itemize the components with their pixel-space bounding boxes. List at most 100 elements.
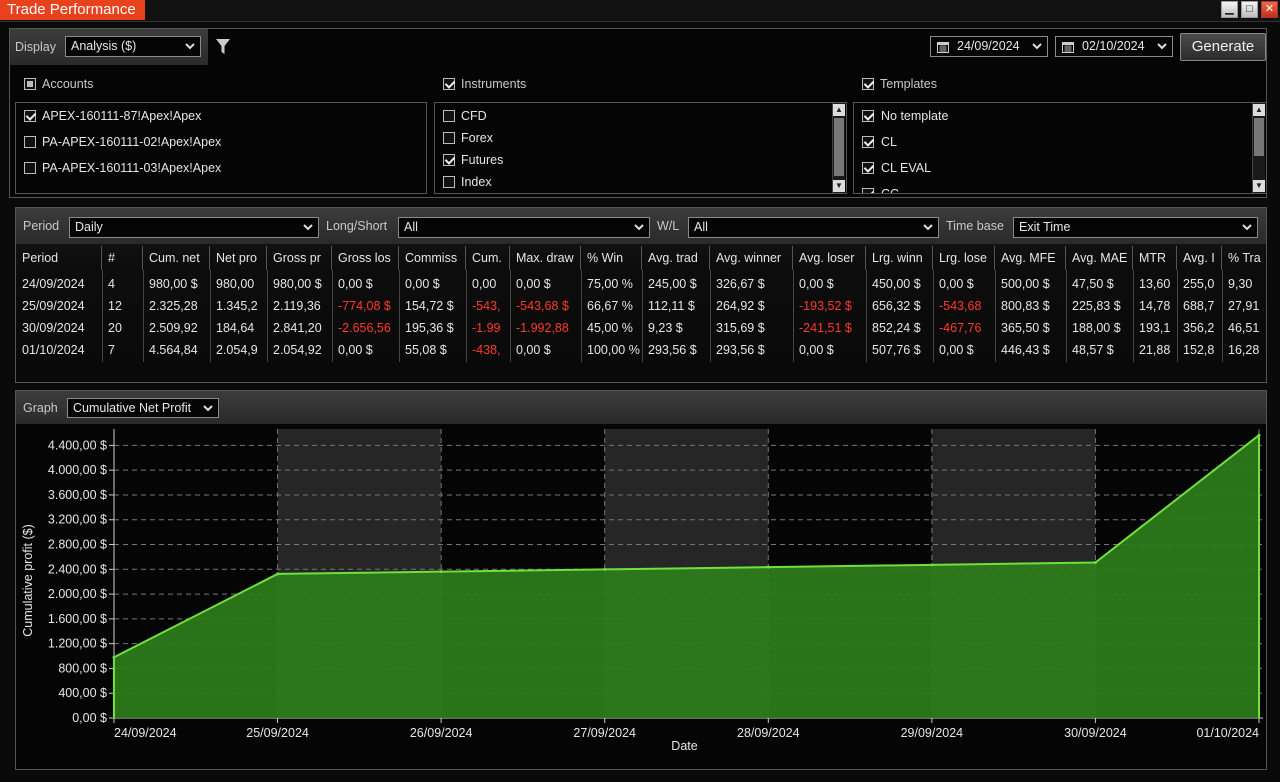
- account-checkbox[interactable]: [24, 110, 36, 122]
- date-from-picker[interactable]: 24/09/2024: [930, 36, 1048, 57]
- column-header[interactable]: Avg. trad: [642, 246, 710, 270]
- column-header[interactable]: Lrg. winn: [866, 246, 933, 270]
- table-cell: 2.325,28: [149, 299, 198, 313]
- table-cell: -1.99: [472, 321, 501, 335]
- chevron-down-icon: [185, 43, 195, 50]
- generate-button[interactable]: Generate: [1180, 33, 1266, 61]
- scroll-down-icon[interactable]: ▼: [1253, 180, 1265, 192]
- templates-toggle-checkbox[interactable]: [862, 78, 874, 90]
- table-cell: 2.054,92: [273, 343, 322, 357]
- column-header[interactable]: Avg. MFE: [995, 246, 1066, 270]
- column-divider: [267, 270, 268, 362]
- instrument-label[interactable]: CFD: [461, 109, 487, 123]
- display-select[interactable]: Analysis ($): [65, 36, 201, 57]
- table-cell: 9,23 $: [648, 321, 683, 335]
- column-header[interactable]: Avg. loser: [793, 246, 866, 270]
- scroll-thumb[interactable]: [834, 118, 844, 176]
- x-axis-label: Date: [671, 739, 697, 753]
- date-to-picker[interactable]: 02/10/2024: [1055, 36, 1173, 57]
- instrument-checkbox[interactable]: [443, 176, 455, 188]
- column-divider: [1133, 270, 1134, 362]
- template-label[interactable]: CL EVAL: [881, 161, 931, 175]
- instrument-checkbox[interactable]: [443, 132, 455, 144]
- table-cell: 2.509,92: [149, 321, 198, 335]
- table-cell: 245,00 $: [648, 277, 697, 291]
- instrument-label[interactable]: Index: [461, 175, 492, 189]
- table-cell: 980,00: [216, 277, 255, 291]
- table-cell: 0,00 $: [516, 277, 551, 291]
- accounts-toggle-checkbox[interactable]: [24, 78, 36, 90]
- x-tick-label: 30/09/2024: [1064, 726, 1127, 740]
- column-header[interactable]: Avg. MAE: [1066, 246, 1133, 270]
- column-header[interactable]: Avg. I: [1177, 246, 1222, 270]
- table-cell: 27,91: [1228, 299, 1260, 313]
- scroll-down-icon[interactable]: ▼: [833, 180, 845, 192]
- template-checkbox[interactable]: [862, 136, 874, 148]
- close-icon[interactable]: ✕: [1261, 1, 1278, 18]
- period-label: Period: [23, 219, 60, 233]
- y-axis-label: Cumulative profit ($): [21, 524, 35, 637]
- column-header[interactable]: Lrg. lose: [933, 246, 995, 270]
- table-cell: 21,88: [1139, 343, 1171, 357]
- column-header[interactable]: % Tra: [1222, 246, 1266, 270]
- scroll-up-icon[interactable]: ▲: [833, 104, 845, 116]
- longshort-select[interactable]: All: [398, 217, 650, 238]
- table-cell: 7: [108, 343, 115, 357]
- template-label[interactable]: CC: [881, 187, 899, 193]
- column-divider: [399, 270, 400, 362]
- graph-select[interactable]: Cumulative Net Profit: [67, 398, 219, 418]
- chart-svg: 0,00 $ 400,00 $ 800,00 $ 1.200,00 $ 1.600,00…: [21, 429, 1263, 753]
- timebase-label: Time base: [946, 219, 1004, 233]
- account-label[interactable]: PA-APEX-160111-02!Apex!Apex: [42, 135, 221, 149]
- column-header[interactable]: Gross pr: [267, 246, 332, 270]
- templates-scrollbar[interactable]: ▲ ▼: [1252, 103, 1265, 193]
- column-header[interactable]: Cum.: [466, 246, 510, 270]
- templates-title: Templates: [880, 77, 937, 91]
- table-cell: -193,52 $: [799, 299, 852, 313]
- column-header[interactable]: Gross los: [332, 246, 399, 270]
- timebase-select[interactable]: Exit Time: [1013, 217, 1258, 238]
- column-header[interactable]: Cum. net: [143, 246, 210, 270]
- account-label[interactable]: APEX-160111-87!Apex!Apex: [42, 109, 201, 123]
- column-divider: [1222, 270, 1223, 362]
- column-header[interactable]: Max. draw: [510, 246, 581, 270]
- x-tick-label: 24/09/2024: [114, 726, 177, 740]
- instrument-label[interactable]: Futures: [461, 153, 503, 167]
- templates-list: No template CL CL EVAL CC: [853, 102, 1267, 194]
- instruments-scrollbar[interactable]: ▲ ▼: [832, 103, 845, 193]
- period-select[interactable]: Daily: [69, 217, 319, 238]
- instrument-label[interactable]: Forex: [461, 131, 493, 145]
- filter-icon[interactable]: [216, 39, 230, 55]
- template-label[interactable]: CL: [881, 135, 897, 149]
- wl-select[interactable]: All: [688, 217, 939, 238]
- instrument-checkbox[interactable]: [443, 110, 455, 122]
- instruments-toggle-checkbox[interactable]: [443, 78, 455, 90]
- account-checkbox[interactable]: [24, 162, 36, 174]
- template-checkbox[interactable]: [862, 188, 874, 193]
- data-point: [276, 572, 280, 576]
- maximize-icon[interactable]: □: [1241, 1, 1258, 18]
- table-cell: 12: [108, 299, 122, 313]
- template-label[interactable]: No template: [881, 109, 948, 123]
- y-tick-label: 2.800,00 $: [48, 538, 107, 552]
- account-label[interactable]: PA-APEX-160111-03!Apex!Apex: [42, 161, 221, 175]
- scroll-thumb[interactable]: [1254, 118, 1264, 156]
- y-tick-label: 0,00 $: [72, 711, 107, 725]
- template-checkbox[interactable]: [862, 110, 874, 122]
- column-header[interactable]: Period: [16, 246, 102, 270]
- scroll-up-icon[interactable]: ▲: [1253, 104, 1265, 116]
- column-divider: [102, 270, 103, 362]
- column-header[interactable]: Net pro: [210, 246, 267, 270]
- template-checkbox[interactable]: [862, 162, 874, 174]
- column-header[interactable]: % Win: [581, 246, 642, 270]
- table-cell: 255,0: [1183, 277, 1215, 291]
- account-checkbox[interactable]: [24, 136, 36, 148]
- table-cell: 688,7: [1183, 299, 1215, 313]
- instrument-checkbox[interactable]: [443, 154, 455, 166]
- column-header[interactable]: #: [102, 246, 143, 270]
- table-cell: 800,83 $: [1001, 299, 1050, 313]
- column-header[interactable]: Commiss: [399, 246, 466, 270]
- minimize-icon[interactable]: ▁: [1221, 1, 1238, 18]
- column-header[interactable]: MTR: [1133, 246, 1177, 270]
- column-header[interactable]: Avg. winner: [710, 246, 793, 270]
